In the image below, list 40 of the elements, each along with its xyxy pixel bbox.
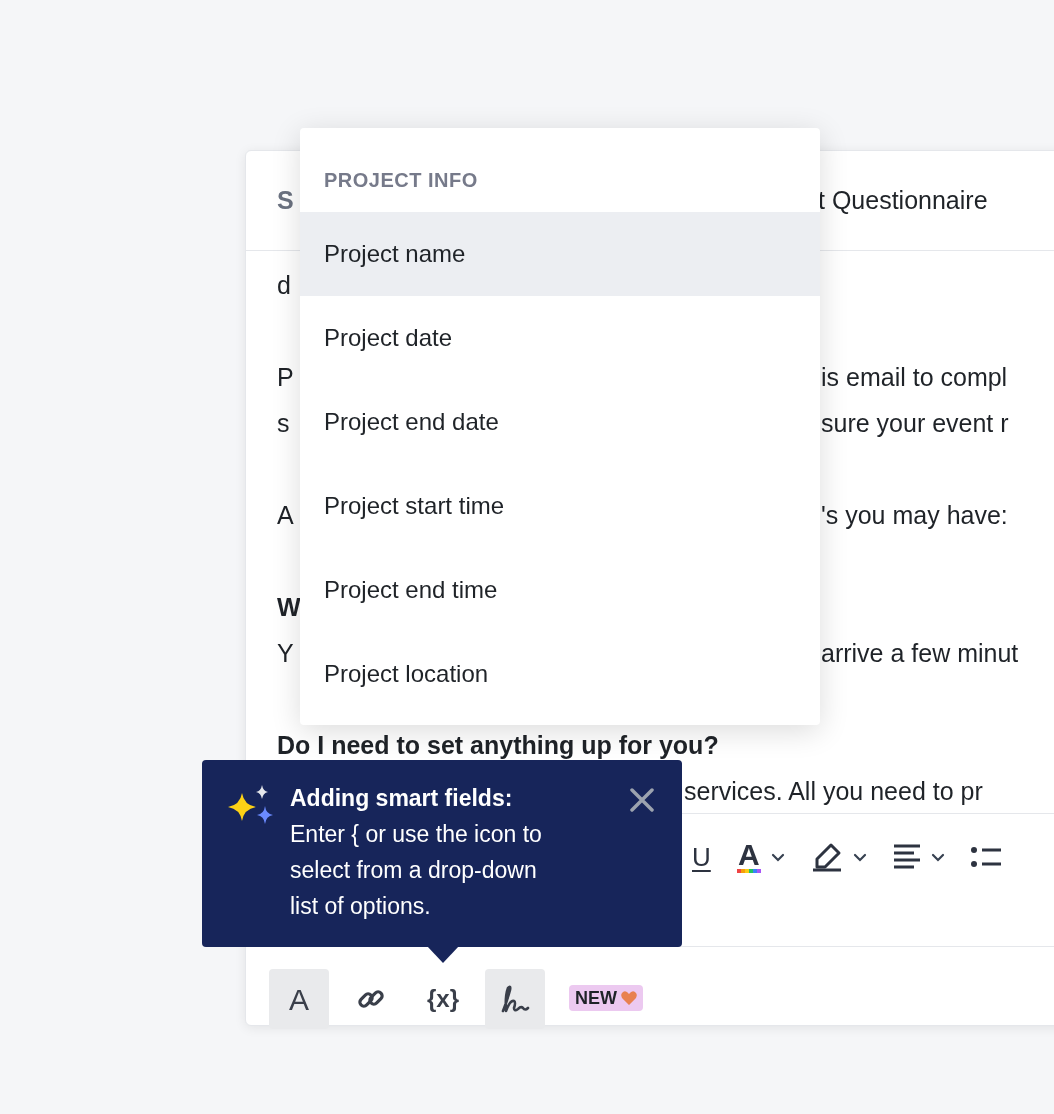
- caret-icon: [852, 852, 867, 862]
- caret-icon: [770, 852, 785, 862]
- body-text: 's you may have:: [821, 500, 1008, 532]
- bullet-list-icon: [970, 845, 1001, 869]
- body-text: services. All you need to pr: [684, 776, 983, 808]
- letter-label: A: [737, 841, 760, 869]
- tooltip-title: Adding smart fields:: [290, 784, 514, 813]
- rainbow-bar-icon: [736, 869, 761, 873]
- menu-item[interactable]: Project date: [300, 296, 820, 380]
- signature-icon: [500, 984, 530, 1014]
- body-text: is email to compl: [821, 362, 1008, 394]
- menu-item[interactable]: Project end date: [300, 380, 820, 464]
- close-icon: [630, 788, 654, 812]
- text-style-button[interactable]: A: [269, 969, 329, 1029]
- subject-label: S: [277, 184, 294, 216]
- body-text: s: [277, 408, 290, 440]
- body-text: d: [277, 270, 291, 302]
- heading-text: W: [277, 592, 301, 624]
- menu-section-heading: PROJECT INFO: [324, 168, 478, 193]
- menu-item[interactable]: Project start time: [300, 464, 820, 548]
- signature-button[interactable]: [485, 969, 545, 1029]
- underline-button[interactable]: U: [692, 840, 711, 874]
- heading-text: Do I need to set anything up for you?: [277, 730, 719, 762]
- close-button[interactable]: [628, 786, 656, 814]
- body-text: Y: [277, 638, 294, 670]
- smart-field-button[interactable]: {x}: [413, 969, 473, 1029]
- text-color-button[interactable]: A: [736, 840, 785, 874]
- menu-item[interactable]: Project name: [300, 212, 820, 296]
- body-text: P: [277, 362, 294, 394]
- tooltip-text: Enter { or use the icon to select from a drop-down list of options.: [290, 820, 543, 921]
- body-text: sure your event r: [821, 408, 1009, 440]
- menu-item[interactable]: Project end time: [300, 548, 820, 632]
- marker-icon: [810, 842, 843, 872]
- body-text: arrive a few minut: [821, 638, 1019, 670]
- caret-icon: [930, 852, 945, 862]
- badge-label: NEW: [575, 986, 617, 1010]
- heart-icon: [621, 991, 637, 1005]
- menu-item[interactable]: Project location: [300, 632, 820, 716]
- body-text: A: [277, 500, 294, 532]
- align-left-icon: [892, 843, 921, 871]
